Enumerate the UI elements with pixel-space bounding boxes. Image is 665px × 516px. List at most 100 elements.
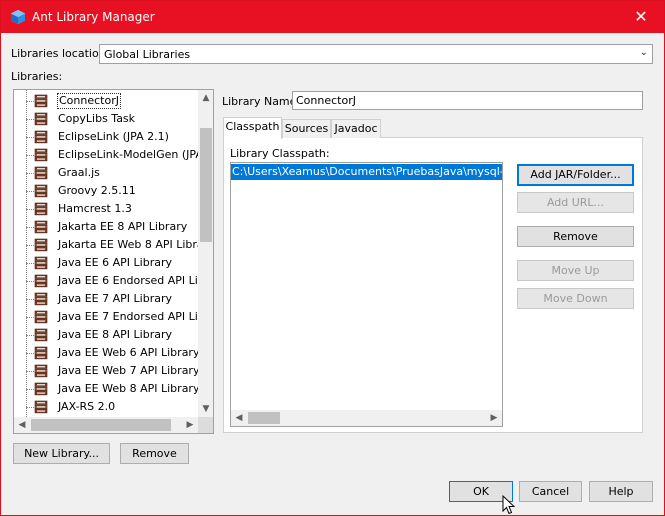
library-books-icon bbox=[34, 220, 48, 234]
library-books-icon bbox=[34, 94, 48, 108]
tree-connector bbox=[26, 389, 34, 390]
list-item[interactable]: Groovy 2.5.11 bbox=[14, 182, 200, 200]
library-books-icon bbox=[34, 382, 48, 396]
library-books-icon bbox=[34, 310, 48, 324]
new-library-button[interactable]: New Library... bbox=[13, 443, 110, 464]
library-item-label: Jakarta EE Web 8 API Library bbox=[58, 238, 214, 251]
scroll-thumb[interactable] bbox=[200, 128, 212, 242]
close-button[interactable]: ✕ bbox=[618, 1, 664, 33]
scroll-left-icon[interactable]: ◀ bbox=[231, 410, 247, 426]
tree-connector bbox=[26, 371, 34, 372]
library-vertical-scrollbar[interactable]: ▲ ▼ bbox=[198, 90, 213, 417]
library-item-label: Java EE Web 7 API Library bbox=[58, 364, 200, 377]
tree-connector bbox=[26, 137, 34, 138]
list-item[interactable]: Java EE Web 6 API Library bbox=[14, 344, 200, 362]
library-tree[interactable]: ConnectorJ CopyLibs Task EclipseLink (JPA … bbox=[13, 89, 214, 434]
library-books-icon bbox=[34, 400, 48, 414]
library-item-label: ConnectorJ bbox=[57, 93, 121, 109]
netbeans-cube-icon bbox=[11, 10, 25, 24]
chevron-down-icon: ⌄ bbox=[639, 47, 648, 58]
scroll-down-icon[interactable]: ▼ bbox=[198, 401, 213, 417]
tree-connector bbox=[26, 299, 34, 300]
list-item[interactable]: Java EE Web 7 API Library bbox=[14, 362, 200, 380]
library-item-label: Java EE Web 6 API Library bbox=[58, 346, 200, 359]
tree-connector bbox=[26, 101, 34, 102]
library-item-label: JAX-RS 2.0 bbox=[58, 400, 116, 413]
tree-connector bbox=[26, 209, 34, 210]
tree-connector bbox=[26, 245, 34, 246]
library-item-label: Java EE 7 Endorsed API Libra bbox=[58, 310, 214, 323]
help-button[interactable]: Help bbox=[589, 481, 653, 502]
libraries-location-combo[interactable]: Global Libraries ⌄ bbox=[99, 44, 653, 64]
move-down-button[interactable]: Move Down bbox=[517, 288, 634, 309]
tab-javadoc[interactable]: Javadoc bbox=[331, 119, 381, 138]
library-item-label: EclipseLink (JPA 2.1) bbox=[58, 130, 169, 143]
list-item[interactable]: Java EE 8 API Library bbox=[14, 326, 200, 344]
add-url-button[interactable]: Add URL... bbox=[517, 192, 634, 213]
list-item[interactable]: Java EE 7 Endorsed API Libra bbox=[14, 308, 213, 326]
window-title: Ant Library Manager bbox=[32, 10, 155, 24]
list-item[interactable]: EclipseLink-ModelGen (JPA 2. bbox=[14, 146, 213, 164]
tree-connector bbox=[26, 119, 34, 120]
scroll-up-icon[interactable]: ▲ bbox=[198, 90, 213, 106]
library-books-icon bbox=[34, 112, 48, 126]
hscroll-thumb[interactable] bbox=[31, 419, 171, 431]
library-item-label: Java EE 6 API Library bbox=[58, 256, 172, 269]
tab-sources[interactable]: Sources bbox=[282, 119, 331, 138]
library-name-input[interactable]: ConnectorJ bbox=[292, 91, 643, 110]
library-books-icon bbox=[34, 328, 48, 342]
libraries-location-label: Libraries location: bbox=[11, 47, 110, 60]
library-books-icon bbox=[34, 346, 48, 360]
library-item-label: Graal.js bbox=[58, 166, 100, 179]
classpath-list[interactable]: C:\Users\Xeamus\Documents\PruebasJava\my… bbox=[230, 162, 503, 427]
tree-connector bbox=[26, 173, 34, 174]
tree-connector bbox=[26, 281, 34, 282]
tree-connector bbox=[26, 353, 34, 354]
library-item-label: EclipseLink-ModelGen (JPA 2. bbox=[58, 148, 214, 161]
tree-connector bbox=[26, 407, 34, 408]
library-item-label: Hamcrest 1.3 bbox=[58, 202, 132, 215]
scroll-right-icon[interactable]: ▶ bbox=[182, 417, 198, 433]
tree-connector bbox=[26, 227, 34, 228]
list-item[interactable]: Jakarta EE Web 8 API Library bbox=[14, 236, 213, 254]
cancel-button[interactable]: Cancel bbox=[519, 481, 582, 502]
move-up-button[interactable]: Move Up bbox=[517, 260, 634, 281]
list-item[interactable]: Java EE Web 8 API Library bbox=[14, 380, 200, 398]
library-books-icon bbox=[34, 274, 48, 288]
mouse-cursor-icon bbox=[502, 495, 516, 515]
remove-classpath-button[interactable]: Remove bbox=[517, 226, 634, 247]
library-horizontal-scrollbar[interactable]: ◀ ▶ bbox=[14, 417, 198, 433]
library-books-icon bbox=[34, 364, 48, 378]
hscroll-thumb[interactable] bbox=[248, 412, 280, 424]
list-item[interactable]: JAX-RS 2.0 bbox=[14, 398, 200, 416]
tree-connector bbox=[26, 263, 34, 264]
tree-connector bbox=[26, 335, 34, 336]
remove-library-button[interactable]: Remove bbox=[120, 443, 189, 464]
library-item-label: Jakarta EE 8 API Library bbox=[58, 220, 188, 233]
list-item[interactable]: Java EE 6 API Library bbox=[14, 254, 200, 272]
list-item[interactable]: CopyLibs Task bbox=[14, 110, 200, 128]
scroll-right-icon[interactable]: ▶ bbox=[486, 410, 502, 426]
list-item[interactable]: EclipseLink (JPA 2.1) bbox=[14, 128, 200, 146]
library-item-label: Java EE 7 API Library bbox=[58, 292, 172, 305]
library-name-label: Library Name: bbox=[222, 95, 301, 108]
list-item[interactable]: Java EE 7 API Library bbox=[14, 290, 200, 308]
tree-connector bbox=[26, 317, 34, 318]
tab-classpath[interactable]: Classpath bbox=[223, 117, 282, 139]
library-item-label: Groovy 2.5.11 bbox=[58, 184, 136, 197]
list-item[interactable]: Jakarta EE 8 API Library bbox=[14, 218, 200, 236]
library-item-label: Java EE 8 API Library bbox=[58, 328, 172, 341]
library-books-icon bbox=[34, 256, 48, 270]
classpath-horizontal-scrollbar[interactable]: ◀ ▶ bbox=[231, 410, 502, 426]
library-books-icon bbox=[34, 130, 48, 144]
classpath-entry[interactable]: C:\Users\Xeamus\Documents\PruebasJava\my… bbox=[231, 164, 502, 180]
list-item[interactable]: ConnectorJ bbox=[14, 92, 200, 110]
list-item[interactable]: Hamcrest 1.3 bbox=[14, 200, 200, 218]
library-books-icon bbox=[34, 202, 48, 216]
title-bar[interactable]: Ant Library Manager ✕ bbox=[1, 1, 664, 33]
list-item[interactable]: Graal.js bbox=[14, 164, 200, 182]
add-jar-folder-button[interactable]: Add JAR/Folder... bbox=[517, 164, 634, 186]
list-item[interactable]: Java EE 6 Endorsed API Libra bbox=[14, 272, 213, 290]
scroll-left-icon[interactable]: ◀ bbox=[14, 417, 30, 433]
library-item-label: Java EE 6 Endorsed API Libra bbox=[58, 274, 214, 287]
